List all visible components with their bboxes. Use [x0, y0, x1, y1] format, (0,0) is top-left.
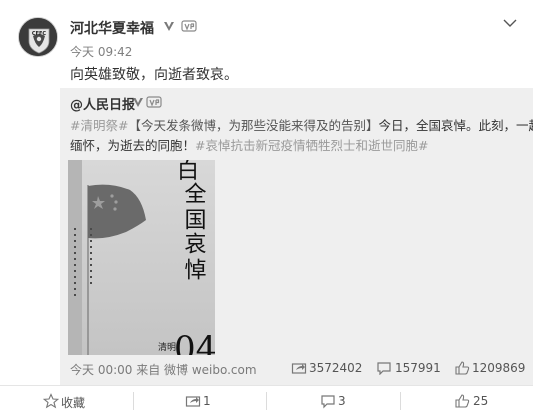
- club-logo-icon: CFFC: [19, 18, 57, 56]
- divider: [400, 392, 401, 410]
- avatar[interactable]: CFFC: [18, 17, 58, 57]
- poster-title-line-1: 全国: [181, 182, 207, 234]
- like-button[interactable]: 25: [473, 394, 488, 408]
- original-timestamp-source[interactable]: 今天 00:00 来自 微博 weibo.com: [70, 361, 257, 378]
- poster-name[interactable]: 河北华夏幸福: [70, 18, 154, 38]
- forward-button[interactable]: 1: [203, 394, 211, 408]
- hashtag-link[interactable]: #哀悼抗击新冠疫情牺牲烈士和逝世同胞#: [195, 138, 428, 153]
- original-text: 今日，全国哀悼。此刻，一起: [378, 118, 533, 133]
- poster-date-number: 04: [174, 329, 215, 355]
- post-text: 向英雄致敬，向逝者致哀。: [70, 67, 238, 83]
- comment-button[interactable]: 3: [338, 394, 346, 408]
- comment-icon[interactable]: [320, 393, 336, 409]
- weibo-card: CFFC 河北华夏幸福 今天 09:42 向英雄致敬，向逝者致哀。 @人民日报 …: [0, 0, 533, 417]
- forward-count[interactable]: 3572402: [309, 361, 362, 375]
- title-link[interactable]: 【今天发条微博，为那些没能来得及的告别】: [128, 118, 378, 133]
- favorite-button[interactable]: 收藏: [61, 394, 85, 411]
- divider: [0, 385, 533, 386]
- thumbs-up-icon[interactable]: [454, 393, 470, 409]
- verified-v-icon: [133, 98, 143, 107]
- mourning-poster-image: 白 全国 哀悼 清明 04: [68, 160, 215, 355]
- post-timestamp[interactable]: 今天 09:42: [70, 43, 132, 60]
- chevron-down-icon[interactable]: [501, 16, 519, 30]
- original-author[interactable]: @人民日报: [70, 94, 135, 113]
- original-text-line-1: #清明祭#【今天发条微博，为那些没能来得及的告别】今日，全国哀悼。此刻，一起: [70, 115, 533, 134]
- star-icon[interactable]: [43, 393, 59, 409]
- poster-title-line-2: 哀悼: [181, 232, 207, 284]
- forward-icon[interactable]: [291, 361, 307, 375]
- verified-v-icon: [164, 22, 174, 31]
- comment-count[interactable]: 157991: [395, 361, 441, 375]
- original-text-line-2: 缅怀，为逝去的同胞！#哀悼抗击新冠疫情牺牲烈士和逝世同胞#: [70, 135, 525, 154]
- divider: [266, 392, 267, 410]
- vip-badge-icon[interactable]: [146, 95, 162, 109]
- like-count[interactable]: 1209869: [472, 361, 525, 375]
- divider: [133, 392, 134, 410]
- comment-icon[interactable]: [376, 361, 392, 375]
- original-text: 缅怀，为逝去的同胞！: [70, 138, 196, 153]
- forward-icon[interactable]: [185, 393, 201, 409]
- thumbs-up-icon[interactable]: [454, 361, 470, 375]
- hashtag-link[interactable]: #清明祭#: [70, 118, 128, 133]
- poster-big-char: 白: [177, 160, 199, 184]
- vip-badge-icon[interactable]: [181, 19, 197, 33]
- avatar-logo-text: CFFC: [32, 31, 47, 37]
- post-image[interactable]: 白 全国 哀悼 清明 04: [68, 160, 215, 355]
